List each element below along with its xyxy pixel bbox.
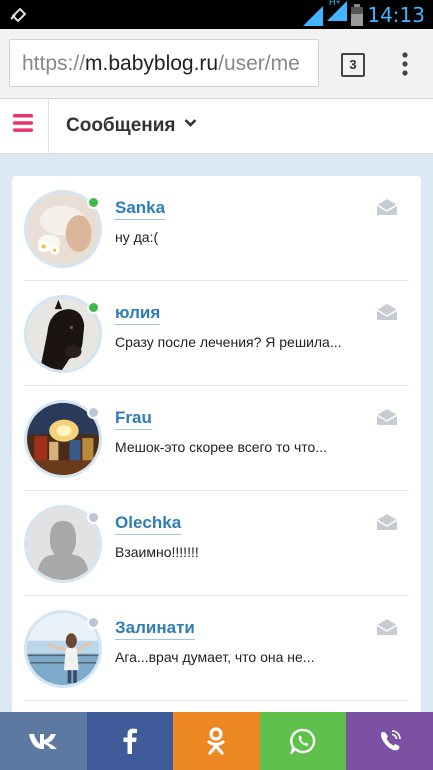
message-snippet: Мешок-это скорее всего то что... — [115, 439, 327, 455]
menu-button[interactable] — [0, 99, 49, 153]
message-item[interactable]: Залинати Ага...врач думает, что она не..… — [12, 596, 421, 701]
sender-name[interactable]: юлия — [115, 303, 161, 325]
message-item[interactable]: Olechka Взаимно!!!!!!! — [12, 491, 421, 596]
status-clock: 14:13 — [367, 3, 425, 27]
sender-name[interactable]: Olechka — [115, 513, 182, 535]
offline-status-indicator — [87, 616, 100, 629]
message-snippet: Ага...врач думает, что она не... — [115, 649, 315, 665]
odnoklassniki-icon — [207, 727, 226, 755]
divider — [24, 700, 409, 701]
sender-name[interactable]: Frau — [115, 408, 152, 430]
envelope-read-icon — [377, 409, 397, 425]
envelope-read-icon — [377, 304, 397, 320]
viber-icon — [380, 730, 401, 751]
facebook-icon — [123, 728, 137, 754]
chevron-down-icon[interactable] — [184, 118, 197, 128]
app-header: Сообщения — [0, 99, 433, 154]
battery-icon — [351, 4, 363, 26]
vk-icon — [29, 734, 58, 749]
tab-switcher-button[interactable]: 3 — [341, 53, 365, 77]
envelope-read-icon — [377, 619, 397, 635]
share-facebook-button[interactable] — [86, 712, 174, 770]
share-vk-button[interactable] — [0, 712, 87, 770]
message-item[interactable]: Frau Мешок-это скорее всего то что... — [12, 386, 421, 491]
offline-status-indicator — [87, 511, 100, 524]
online-status-indicator — [87, 196, 100, 209]
message-snippet: Взаимно!!!!!!! — [115, 544, 199, 560]
browser-toolbar: https://m.babyblog.ru/user/me 3 — [0, 29, 433, 99]
message-item[interactable]: юлия Сразу после лечения? Я решила... — [12, 281, 421, 386]
url-host: m.babyblog.ru — [85, 52, 219, 75]
status-bar: H+ 14:13 — [0, 0, 433, 29]
overflow-menu-icon[interactable] — [398, 51, 412, 77]
page-title[interactable]: Сообщения — [66, 115, 176, 137]
url-scheme: https:// — [22, 52, 86, 75]
sender-name[interactable]: Залинати — [115, 618, 195, 640]
share-bar — [0, 712, 433, 770]
signal-indicators: H+ — [303, 0, 363, 26]
envelope-read-icon — [377, 514, 397, 530]
whatsapp-icon — [290, 728, 316, 754]
url-field[interactable]: https://m.babyblog.ru/user/me — [9, 39, 319, 87]
message-snippet: Сразу после лечения? Я решила... — [115, 334, 342, 350]
url-path: /user/me — [218, 52, 300, 75]
share-whatsapp-button[interactable] — [259, 712, 347, 770]
envelope-read-icon — [377, 199, 397, 215]
hamburger-icon — [13, 114, 33, 132]
share-viber-button[interactable] — [346, 712, 433, 770]
message-item[interactable]: Sanka ну да:( — [12, 176, 421, 281]
message-snippet: ну да:( — [115, 229, 159, 245]
sender-name[interactable]: Sanka — [115, 198, 166, 220]
online-status-indicator — [87, 301, 100, 314]
network-type-label: H+ — [329, 0, 341, 7]
usb-debug-icon — [10, 7, 27, 22]
share-odnoklassniki-button[interactable] — [173, 712, 260, 770]
messages-list: Sanka ну да:( юлия Сразу после лечения? … — [12, 176, 421, 736]
offline-status-indicator — [87, 406, 100, 419]
wifi-signal-icon — [303, 6, 323, 26]
